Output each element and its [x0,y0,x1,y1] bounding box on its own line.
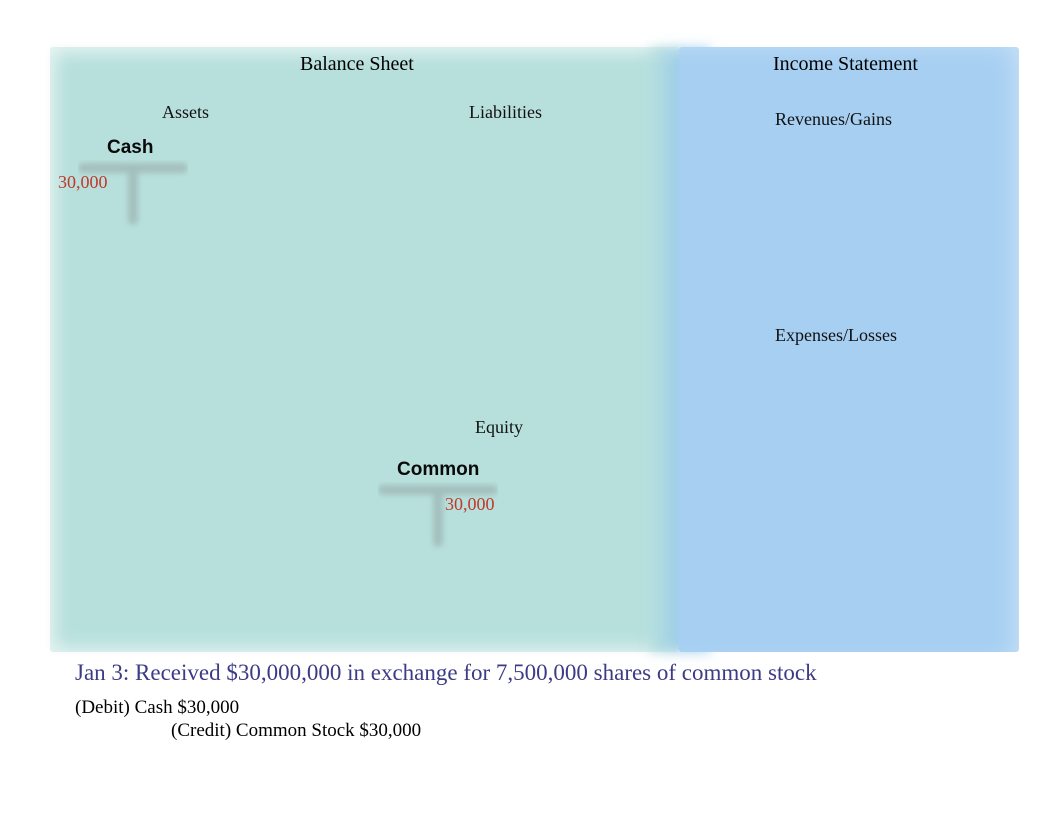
cash-debit-amount: 30,000 [58,172,108,193]
common-stock-credit-amount: 30,000 [445,494,495,515]
journal-credit-line: (Credit) Common Stock $30,000 [171,720,421,742]
accounting-diagram: Balance Sheet Income Statement Assets Li… [0,0,1062,822]
balance-sheet-title: Balance Sheet [300,53,414,76]
equity-label: Equity [475,417,523,438]
cash-t-account-icon [78,160,188,230]
income-statement-panel [679,47,1019,652]
revenues-label: Revenues/Gains [775,109,892,130]
assets-label: Assets [162,102,209,123]
common-stock-account-title: Common [397,459,479,481]
expenses-label: Expenses/Losses [775,325,897,346]
liabilities-label: Liabilities [469,102,542,123]
income-statement-title: Income Statement [773,53,918,76]
journal-debit-line: (Debit) Cash $30,000 [75,697,239,719]
cash-account-title: Cash [107,137,153,159]
transaction-description: Jan 3: Received $30,000,000 in exchange … [75,660,817,686]
common-stock-t-account-icon [378,482,498,552]
